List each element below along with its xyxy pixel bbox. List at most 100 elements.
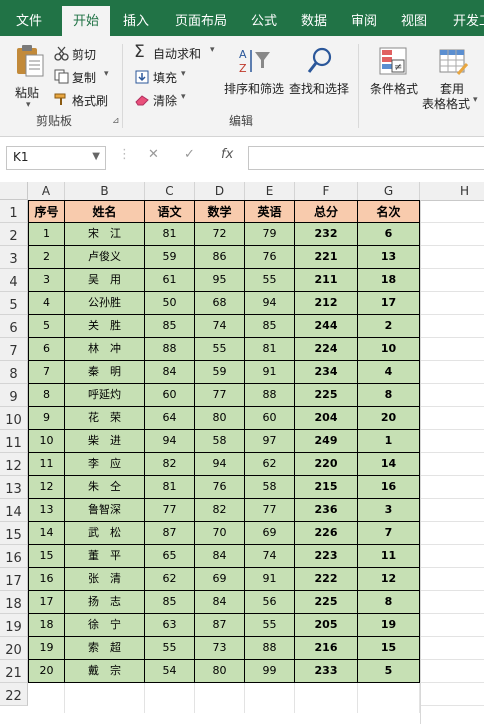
table-cell[interactable]: 80: [195, 407, 245, 430]
table-cell[interactable]: 76: [245, 246, 295, 269]
table-cell[interactable]: 4: [358, 361, 420, 384]
table-cell[interactable]: 林 冲: [65, 338, 145, 361]
cut-button[interactable]: 剪切: [54, 45, 114, 63]
autosum-button[interactable]: Σ 自动求和 ▾: [134, 42, 226, 62]
table-cell[interactable]: 56: [245, 591, 295, 614]
table-cell[interactable]: 卢俊义: [65, 246, 145, 269]
row-header-19[interactable]: 19: [0, 614, 28, 637]
table-cell[interactable]: 84: [195, 591, 245, 614]
table-cell[interactable]: 225: [295, 591, 358, 614]
table-cell[interactable]: 84: [145, 361, 195, 384]
row-header-22[interactable]: 22: [0, 683, 28, 706]
table-cell[interactable]: 3: [28, 269, 65, 292]
table-cell[interactable]: 88: [245, 384, 295, 407]
table-cell[interactable]: 关 胜: [65, 315, 145, 338]
clipboard-launcher-icon[interactable]: ⊿: [112, 116, 120, 126]
tab-formulas[interactable]: 公式: [240, 0, 288, 36]
table-cell[interactable]: 9: [28, 407, 65, 430]
row-header-4[interactable]: 4: [0, 269, 28, 292]
table-header-cell[interactable]: 英语: [245, 200, 295, 223]
column-header-a[interactable]: A: [28, 182, 65, 201]
table-cell[interactable]: 215: [295, 476, 358, 499]
table-cell[interactable]: 18: [358, 269, 420, 292]
copy-button[interactable]: 复制 ▾: [54, 68, 120, 86]
enter-icon[interactable]: ✓: [184, 147, 195, 162]
table-cell[interactable]: 50: [145, 292, 195, 315]
table-cell[interactable]: 232: [295, 223, 358, 246]
table-cell[interactable]: 17: [358, 292, 420, 315]
clear-button[interactable]: 清除 ▾: [134, 91, 194, 109]
table-cell[interactable]: 91: [245, 361, 295, 384]
table-cell[interactable]: 81: [145, 476, 195, 499]
table-cell[interactable]: 55: [145, 637, 195, 660]
table-cell[interactable]: 220: [295, 453, 358, 476]
fill-button[interactable]: 填充 ▾: [134, 68, 194, 86]
table-cell[interactable]: 17: [28, 591, 65, 614]
row-header-11[interactable]: 11: [0, 430, 28, 453]
select-all-corner[interactable]: [0, 182, 28, 200]
table-cell[interactable]: 81: [145, 223, 195, 246]
table-cell[interactable]: 呼延灼: [65, 384, 145, 407]
table-cell[interactable]: 18: [28, 614, 65, 637]
table-cell[interactable]: 柴 进: [65, 430, 145, 453]
table-cell[interactable]: 19: [28, 637, 65, 660]
table-cell[interactable]: 10: [28, 430, 65, 453]
table-cell[interactable]: 85: [145, 591, 195, 614]
table-cell[interactable]: 97: [245, 430, 295, 453]
table-cell[interactable]: 86: [195, 246, 245, 269]
table-cell[interactable]: 69: [245, 522, 295, 545]
table-cell[interactable]: 216: [295, 637, 358, 660]
table-cell[interactable]: 秦 明: [65, 361, 145, 384]
table-cell[interactable]: 14: [28, 522, 65, 545]
format-painter-button[interactable]: 格式刷: [54, 91, 114, 109]
table-cell[interactable]: 20: [28, 660, 65, 683]
row-header-5[interactable]: 5: [0, 292, 28, 315]
table-cell[interactable]: 5: [358, 660, 420, 683]
table-cell[interactable]: 91: [245, 568, 295, 591]
column-header-c[interactable]: C: [145, 182, 195, 201]
row-header-3[interactable]: 3: [0, 246, 28, 269]
table-cell[interactable]: 公孙胜: [65, 292, 145, 315]
table-cell[interactable]: 65: [145, 545, 195, 568]
row-header-10[interactable]: 10: [0, 407, 28, 430]
column-header-d[interactable]: D: [195, 182, 245, 201]
table-cell[interactable]: 225: [295, 384, 358, 407]
table-cell[interactable]: 54: [145, 660, 195, 683]
find-select-button[interactable]: 查找和选择: [288, 44, 354, 106]
table-cell[interactable]: 6: [28, 338, 65, 361]
table-header-cell[interactable]: 序号: [28, 200, 65, 223]
table-header-cell[interactable]: 姓名: [65, 200, 145, 223]
table-cell[interactable]: 董 平: [65, 545, 145, 568]
table-cell[interactable]: 85: [245, 315, 295, 338]
tab-home[interactable]: 开始: [62, 6, 110, 36]
table-cell[interactable]: 吴 用: [65, 269, 145, 292]
row-header-18[interactable]: 18: [0, 591, 28, 614]
table-cell[interactable]: 223: [295, 545, 358, 568]
row-header-9[interactable]: 9: [0, 384, 28, 407]
table-cell[interactable]: 87: [145, 522, 195, 545]
table-cell[interactable]: 12: [358, 568, 420, 591]
table-cell[interactable]: 5: [28, 315, 65, 338]
column-header-h[interactable]: H: [420, 182, 484, 201]
paste-dropdown-icon[interactable]: ▾: [26, 100, 31, 110]
table-cell[interactable]: 63: [145, 614, 195, 637]
table-cell[interactable]: 249: [295, 430, 358, 453]
tab-review[interactable]: 审阅: [340, 0, 388, 36]
row-header-7[interactable]: 7: [0, 338, 28, 361]
row-header-15[interactable]: 15: [0, 522, 28, 545]
table-cell[interactable]: 7: [28, 361, 65, 384]
table-cell[interactable]: 1: [28, 223, 65, 246]
table-cell[interactable]: 99: [245, 660, 295, 683]
table-cell[interactable]: 94: [245, 292, 295, 315]
table-cell[interactable]: 4: [28, 292, 65, 315]
table-cell[interactable]: 6: [358, 223, 420, 246]
table-cell[interactable]: 55: [245, 269, 295, 292]
table-cell[interactable]: 12: [28, 476, 65, 499]
table-cell[interactable]: 85: [145, 315, 195, 338]
table-cell[interactable]: 222: [295, 568, 358, 591]
row-header-21[interactable]: 21: [0, 660, 28, 683]
table-cell[interactable]: 58: [195, 430, 245, 453]
name-box-dropdown-icon[interactable]: ▼: [92, 151, 100, 162]
table-cell[interactable]: 鲁智深: [65, 499, 145, 522]
table-cell[interactable]: 224: [295, 338, 358, 361]
